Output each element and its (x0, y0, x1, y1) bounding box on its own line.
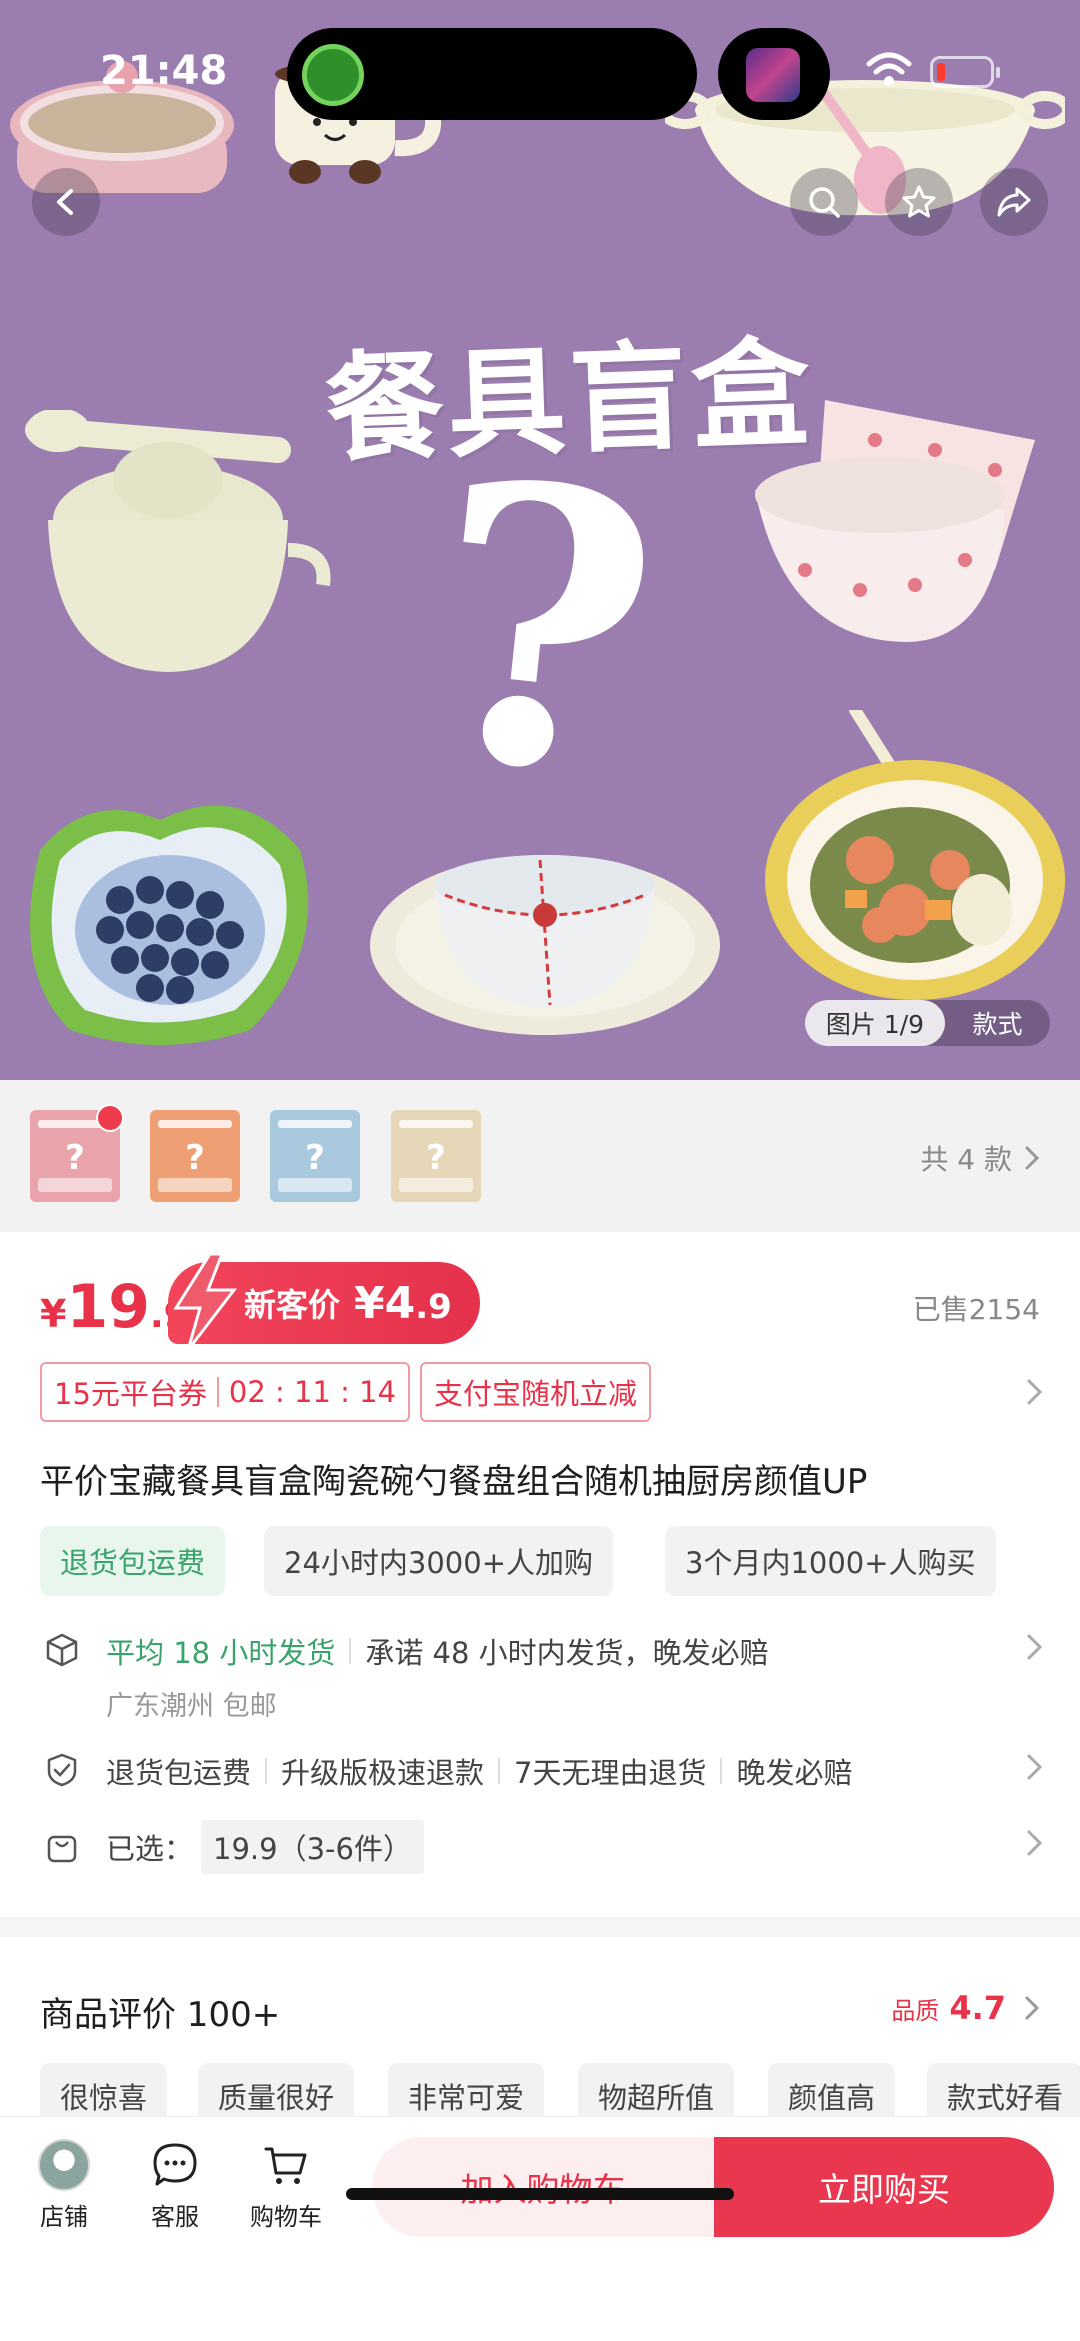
sold-count: 已售2154 (912, 1293, 1040, 1326)
wifi-icon (866, 52, 912, 86)
image-counter[interactable]: 图片 1/9 (805, 1000, 945, 1046)
shop-avatar (38, 2139, 90, 2191)
buy-now-button[interactable]: 立即购买 (714, 2137, 1054, 2237)
shrimp-bowl-image (765, 710, 1065, 1000)
tag-purchase-stat: 3个月内1000+人购买 (665, 1526, 996, 1596)
price: ¥19.9 (40, 1272, 189, 1342)
lightning-icon (173, 1254, 238, 1350)
share-button[interactable] (980, 168, 1048, 236)
share-icon (997, 187, 1031, 217)
chat-icon (153, 2143, 197, 2186)
hero-question-mark: ? (407, 395, 676, 864)
reviews-section: 商品评价 100+ 品质 4.7 很惊喜 质量很好 非常可爱 物超所值 颜值高 … (0, 1937, 1080, 2129)
favorite-button[interactable] (885, 168, 953, 236)
chevron-left-icon (57, 189, 73, 215)
shipping-info[interactable]: 平均 18 小时发货 承诺 48 小时内发货，晚发必赔 (106, 1630, 769, 1672)
variant-thumb[interactable]: ? (150, 1110, 240, 1202)
covered-pot-image (25, 410, 331, 672)
search-icon (809, 187, 840, 218)
chevron-right-icon (1025, 1146, 1040, 1170)
battery-icon (930, 56, 1000, 88)
product-title: 平价宝藏餐具盲盒陶瓷碗勺餐盘组合随机抽厨房颜值UP (40, 1462, 868, 1502)
shop-button[interactable]: 店铺 (14, 2139, 114, 2232)
shield-check-icon (47, 1753, 77, 1787)
platform-coupon[interactable]: 15元平台券 02 : 11 : 14 (40, 1362, 411, 1422)
status-time: 21:48 (100, 48, 228, 94)
reviews-title: 商品评价 100+ (40, 1995, 281, 2035)
package-icon (46, 1633, 78, 1667)
variant-selector: ? ? ? ? 共 4 款 (0, 1080, 1080, 1232)
chevron-right-icon (1025, 1996, 1040, 2020)
home-indicator[interactable] (346, 2188, 734, 2200)
bag-icon (47, 1835, 77, 1863)
product-info: ¥19.9 新客价 ¥4.9 已售2154 15元平台券02 : 11 : 14… (0, 1232, 1080, 1917)
add-to-cart-button[interactable]: 加入购物车 (372, 2137, 714, 2237)
variant-count-link[interactable]: 共 4 款 (920, 1138, 1040, 1178)
cart-icon (264, 2147, 307, 2184)
activity-icon (302, 44, 364, 106)
chevron-right-icon[interactable] (1024, 1632, 1046, 1662)
countdown: 02 : 11 : 14 (228, 1375, 397, 1409)
alipay-discount[interactable]: 支付宝随机立减 (420, 1362, 652, 1422)
live-app-icon (746, 48, 800, 102)
tag-cart-stat: 24小时内3000+人加购 (264, 1526, 614, 1596)
bottom-action-bar: 店铺 客服 购物车 加入购物车 立即购买 (0, 2116, 1080, 2341)
variant-thumb[interactable]: ? (391, 1110, 481, 1202)
customer-service-button[interactable]: 客服 (125, 2139, 225, 2232)
product-image-carousel[interactable]: 餐具盲盒 ? 21:48 图片 1/9 款式 (0, 0, 1080, 1080)
search-button[interactable] (790, 168, 858, 236)
cart-button[interactable]: 购物车 (236, 2139, 336, 2232)
selected-option[interactable]: 已选： 19.9（3-6件） (106, 1820, 424, 1874)
blueberry-plate-image (30, 805, 309, 1045)
tag-return-shipping: 退货包运费 (40, 1526, 226, 1596)
chevron-right-icon[interactable] (1024, 1752, 1046, 1782)
star-icon (902, 185, 936, 218)
variant-thumb[interactable]: ? (270, 1110, 360, 1202)
chevron-right-icon[interactable] (1024, 1828, 1046, 1858)
chevron-right-icon[interactable] (1024, 1377, 1046, 1407)
shipping-origin: 广东潮州 包邮 (106, 1691, 277, 1722)
variant-count-label: 共 4 款 (920, 1143, 1012, 1176)
quality-score[interactable]: 品质 4.7 (891, 1989, 1040, 2027)
style-button[interactable]: 款式 (945, 1000, 1050, 1046)
guarantee-list[interactable]: 退货包运费 升级版极速退款 7天无理由退货 晚发必赔 (106, 1750, 853, 1792)
hot-icon (96, 1104, 124, 1132)
back-button[interactable] (32, 168, 100, 236)
